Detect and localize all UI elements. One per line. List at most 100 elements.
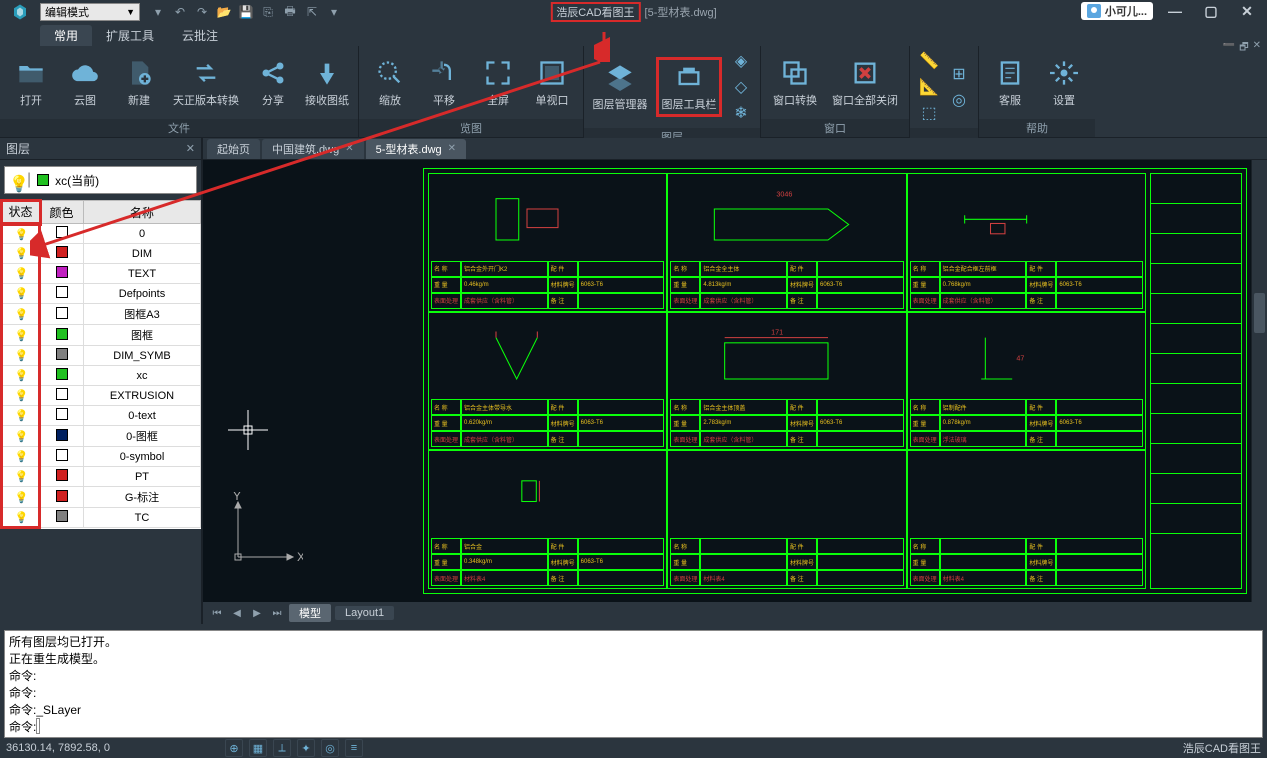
user-pill[interactable]: 小可儿... (1081, 2, 1153, 20)
layer-color-cell[interactable] (40, 224, 84, 244)
mdi-close-icon[interactable]: ✕ (1253, 40, 1261, 57)
measure-icon-2[interactable]: 📐 (918, 76, 940, 98)
command-window[interactable]: 所有图层均已打开。 正在重生成模型。 命令: 命令: 命令:_SLayer 命令… (4, 630, 1263, 738)
lineweight-toggle-icon[interactable]: ≡ (345, 739, 363, 757)
layer-name-cell[interactable]: 0 (84, 224, 201, 244)
layer-state-cell[interactable]: 💡 (2, 508, 40, 528)
layer-row[interactable]: 💡 G-标注 (2, 487, 201, 508)
saveas-icon[interactable]: ⎘ (260, 4, 276, 20)
model-tab[interactable]: 模型 (289, 604, 331, 622)
layer-name-cell[interactable]: xc (84, 366, 201, 386)
convert-button[interactable]: 天正版本转换 (170, 58, 242, 108)
layer-row[interactable]: 💡0 (2, 224, 201, 244)
command-input[interactable] (36, 718, 40, 734)
mode-combo[interactable]: 编辑模式 ▼ (40, 3, 140, 21)
single-viewport-button[interactable]: 单视口 (529, 58, 575, 108)
layer-state-cell[interactable]: 💡 (2, 284, 40, 304)
mdi-minimize-icon[interactable]: ➖ (1223, 40, 1235, 57)
layer-color-cell[interactable] (40, 386, 84, 406)
layer-state-cell[interactable]: 💡 (2, 224, 40, 244)
layer-color-cell[interactable] (40, 244, 84, 264)
layer-row[interactable]: 💡0-symbol (2, 447, 201, 467)
layer-toolbar-button[interactable]: 图层工具栏 (661, 62, 717, 112)
layer-state-cell[interactable]: 💡 (2, 447, 40, 467)
redo-icon[interactable]: ↷ (194, 4, 210, 20)
close-all-windows-button[interactable]: 窗口全部关闭 (829, 58, 901, 108)
cloud-button[interactable]: 云图 (62, 58, 108, 108)
mdi-restore-icon[interactable]: 🗗 (1239, 40, 1248, 57)
layout-tab[interactable]: Layout1 (335, 606, 394, 620)
grid-toggle-icon[interactable]: ▦ (249, 739, 267, 757)
polar-toggle-icon[interactable]: ✦ (297, 739, 315, 757)
layer-state-cell[interactable]: 💡 (2, 264, 40, 284)
layer-name-cell[interactable]: DIM_SYMB (84, 346, 201, 366)
doc-tab-1[interactable]: 中国建筑.dwg✕ (262, 139, 364, 159)
qat-more-icon[interactable]: ▾ (326, 4, 342, 20)
layer-row[interactable]: 💡图框A3 (2, 304, 201, 325)
receive-button[interactable]: 接收图纸 (304, 58, 350, 108)
support-button[interactable]: 客服 (987, 58, 1033, 108)
layer-row[interactable]: 💡DIM_SYMB (2, 346, 201, 366)
layer-color-cell[interactable] (40, 426, 84, 447)
layer-color-cell[interactable] (40, 325, 84, 346)
open-button[interactable]: 打开 (8, 58, 54, 108)
layer-color-cell[interactable] (40, 447, 84, 467)
close-icon[interactable]: ✕ (345, 143, 353, 154)
layer-row[interactable]: 💡 EXTRUSION (2, 386, 201, 406)
layer-name-cell[interactable]: TEXT (84, 264, 201, 284)
close-icon[interactable]: ✕ (448, 143, 456, 154)
layer-name-cell[interactable]: EXTRUSION (84, 386, 201, 406)
layer-row[interactable]: 💡 DIM (2, 244, 201, 264)
layer-color-cell[interactable] (40, 487, 84, 508)
header-name[interactable]: 名称 (84, 201, 201, 224)
layer-row[interactable]: 💡Defpoints (2, 284, 201, 304)
layer-state-cell[interactable]: 💡 (2, 386, 40, 406)
layer-row[interactable]: 💡PT (2, 467, 201, 487)
layer-row[interactable]: 💡 0-图框 (2, 426, 201, 447)
undo-icon[interactable]: ↶ (172, 4, 188, 20)
layer-state-cell[interactable]: 💡 (2, 244, 40, 264)
qat-dropdown-icon[interactable]: ▾ (150, 4, 166, 20)
maximize-button[interactable]: ▢ (1197, 2, 1225, 20)
fullscreen-button[interactable]: 全屏 (475, 58, 521, 108)
settings-button[interactable]: 设置 (1041, 58, 1087, 108)
layer-state-cell[interactable]: 💡 (2, 304, 40, 325)
layer-name-cell[interactable]: DIM (84, 244, 201, 264)
layer-row[interactable]: 💡 TEXT (2, 264, 201, 284)
print-icon[interactable]: 🖶 (282, 4, 298, 20)
vertical-scrollbar[interactable] (1251, 160, 1267, 602)
doc-tab-start[interactable]: 起始页 (207, 139, 260, 159)
layer-state-cell[interactable]: 💡 (2, 325, 40, 346)
osnap-toggle-icon[interactable]: ◎ (321, 739, 339, 757)
layer-state-cell[interactable]: 💡 (2, 366, 40, 386)
tab-nav-next-icon[interactable]: ▶ (249, 605, 265, 621)
ribbon-tab-common[interactable]: 常用 (40, 25, 92, 46)
window-switch-button[interactable]: 窗口转换 (769, 58, 821, 108)
layer-name-cell[interactable]: TC (84, 508, 201, 528)
layer-state-cell[interactable]: 💡 (2, 426, 40, 447)
export-icon[interactable]: ⇱ (304, 4, 320, 20)
header-color[interactable]: 颜色 (40, 201, 84, 224)
drawing-viewport[interactable]: X Y 名 称铝合金外开门K2配 件重 量0.46kg/m材料牌号6063-T6… (203, 160, 1267, 602)
layer-color-cell[interactable] (40, 467, 84, 487)
layer-color-cell[interactable] (40, 346, 84, 366)
layer-state-cell[interactable]: 💡 (2, 406, 40, 426)
layer-color-cell[interactable] (40, 406, 84, 426)
doc-tab-2[interactable]: 5-型材表.dwg✕ (366, 139, 466, 159)
layer-panel-close-icon[interactable]: ✕ (186, 142, 195, 155)
measure-icon-3[interactable]: ⬚ (918, 102, 940, 124)
ribbon-tab-extend[interactable]: 扩展工具 (92, 25, 168, 46)
layer-name-cell[interactable]: 0-图框 (84, 426, 201, 447)
layer-color-cell[interactable] (40, 508, 84, 528)
close-button[interactable]: ✕ (1233, 2, 1261, 20)
layer-row[interactable]: 💡 xc (2, 366, 201, 386)
ortho-toggle-icon[interactable]: ⟂ (273, 739, 291, 757)
scrollbar-thumb[interactable] (1254, 293, 1265, 333)
layer-state-cell[interactable]: 💡 (2, 487, 40, 508)
ribbon-tab-cloud[interactable]: 云批注 (168, 25, 232, 46)
header-state[interactable]: 状态 (2, 201, 40, 224)
tab-nav-prev-icon[interactable]: ◀ (229, 605, 245, 621)
current-layer-row[interactable]: 💡 | xc(当前) (4, 166, 197, 194)
layer-name-cell[interactable]: G-标注 (84, 487, 201, 508)
minimize-button[interactable]: — (1161, 2, 1189, 20)
